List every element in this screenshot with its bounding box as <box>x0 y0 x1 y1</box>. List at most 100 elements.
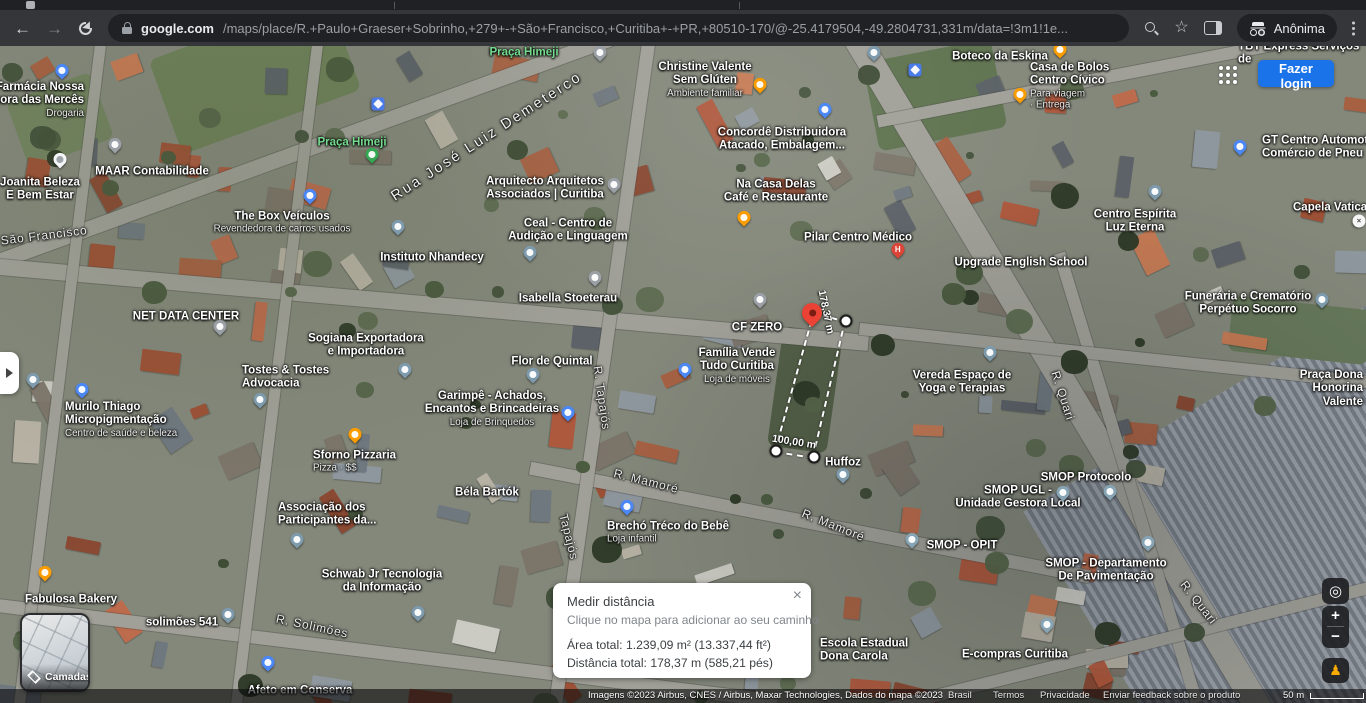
map-pin-gray[interactable] <box>750 290 770 309</box>
map-place-label[interactable]: Isabella Stoeterau <box>519 292 617 305</box>
map-pin-gen[interactable] <box>395 360 415 379</box>
url-domain: google.com <box>141 20 214 36</box>
building-roof <box>1210 241 1246 269</box>
map-place-label[interactable]: Sforno Pizzaria Pizza · $$ <box>313 450 396 475</box>
map-place-label[interactable]: Joanita Beleza E Bem Estar <box>0 177 80 204</box>
map-pin-food[interactable] <box>734 208 754 227</box>
map-pin-shop[interactable] <box>72 380 92 399</box>
map-pin-gray[interactable] <box>585 268 605 287</box>
map-pin-shop[interactable] <box>258 653 278 672</box>
map-pin-bus[interactable] <box>371 97 385 111</box>
map-pin-gen[interactable] <box>520 243 540 262</box>
map-place-label[interactable]: MAAR Contabilidade <box>95 165 209 178</box>
map-park-label[interactable]: Praça Himeji <box>489 46 558 59</box>
reload-button[interactable] <box>78 20 93 36</box>
incognito-badge[interactable]: Anônima <box>1236 14 1337 42</box>
map-place-label[interactable]: Arquitecto Arquitetos Associados | Curiti… <box>486 176 604 203</box>
map-place-label[interactable]: Flor de Quintal <box>511 355 592 368</box>
map-place-label[interactable]: CF ZERO <box>732 321 782 334</box>
building-roof <box>12 419 42 464</box>
map-place-label[interactable]: SMOP - Departamento De Pavimentação <box>1045 558 1166 585</box>
map-pin-shop[interactable] <box>1230 137 1250 156</box>
map-place-label[interactable]: Tostes & Tostes Advocacia <box>242 365 329 392</box>
measurement-vertex[interactable] <box>769 444 783 458</box>
map-place-label[interactable]: SMOP - OPIT <box>927 539 998 552</box>
measure-title: Medir distância <box>567 594 655 609</box>
map-pin-gen[interactable] <box>218 605 238 624</box>
map-place-label[interactable]: Na Casa Delas Café e Restaurante <box>724 179 828 206</box>
map-pin-gen[interactable] <box>408 603 428 622</box>
map-place-label[interactable]: SMOP Protocolo <box>1041 471 1132 484</box>
map-place-label[interactable]: Associação dos Participantes da... <box>278 502 376 529</box>
attribution-link[interactable]: Privacidade <box>1040 690 1090 701</box>
zoom-control[interactable]: + − <box>1322 606 1349 648</box>
zoom-out-button[interactable]: − <box>1331 627 1340 647</box>
search-icon[interactable] <box>1144 21 1159 36</box>
map-place-label[interactable]: Instituto Nhandecy <box>380 251 484 264</box>
side-panel-expand-button[interactable] <box>0 352 19 394</box>
login-button[interactable]: Fazer login <box>1258 60 1334 91</box>
map-place-label[interactable]: Escola Estadual Dona Carola <box>820 638 908 665</box>
building-roof <box>912 424 944 437</box>
measurement-vertex[interactable] <box>807 450 821 464</box>
attribution-link[interactable]: Termos <box>993 690 1024 701</box>
map-place-label[interactable]: Sogiana Exportadora e Importadora <box>308 333 424 360</box>
map-place-label[interactable]: GT Centro AutomotivoComércio de Pneu <box>1262 135 1366 162</box>
map-place-label[interactable]: Família Vende Tudo Curitiba Loja de móveis <box>699 347 776 385</box>
tree <box>576 460 590 474</box>
tree <box>1150 90 1159 98</box>
map-place-label[interactable]: Funerária e Crematório Perpétuo Socorro <box>1185 291 1312 318</box>
map-place-label[interactable]: Murilo Thiago Micropigmentação Centro de s… <box>65 401 177 439</box>
layers-button[interactable]: Camadas <box>20 613 90 692</box>
close-icon[interactable]: × <box>793 588 802 604</box>
measure-distance-total: Distância total: 178,37 m (585,21 pés) <box>567 655 773 670</box>
map-place-label[interactable]: The Box Veículos Revendedora de carros us… <box>214 211 351 236</box>
map-canvas[interactable]: Fazer login Camadas ◎ + − ♟ × Medir dist… <box>0 0 1366 703</box>
map-place-label[interactable]: Garimpê - Achados, Encantos e Brincadeira… <box>425 390 559 428</box>
bookmark-star-icon[interactable]: ☆ <box>1174 20 1188 36</box>
map-pin-cross[interactable]: + <box>1352 214 1366 228</box>
map-park-label[interactable]: Praça Himeji <box>317 136 386 149</box>
map-pin-gen[interactable] <box>388 217 408 236</box>
attribution-link[interactable]: Enviar feedback sobre o produto <box>1103 690 1240 701</box>
menu-dots-icon[interactable] <box>1352 20 1356 36</box>
map-place-label[interactable]: E-compras Curitiba <box>962 648 1068 661</box>
forward-button[interactable]: → <box>46 20 63 37</box>
tree <box>355 381 375 399</box>
zoom-in-button[interactable]: + <box>1331 606 1340 626</box>
map-place-label[interactable]: Upgrade English School <box>955 256 1088 269</box>
map-place-label[interactable]: Fabulosa Bakery <box>25 593 117 606</box>
attribution-link[interactable]: Brasil <box>948 690 972 701</box>
map-place-label[interactable]: Farmácia NossaSenhora das MercêsDrogaria <box>0 81 84 119</box>
map-place-label[interactable]: Christine Valente Sem Glúten Ambiente fami… <box>658 61 751 99</box>
map-place-label[interactable]: Schwab Jr Tecnologia da Informação <box>322 569 443 596</box>
url-bar[interactable]: google.com/maps/place/R.+Paulo+Graeser+S… <box>108 14 1130 42</box>
map-place-label[interactable]: Béla Bartók <box>455 486 519 499</box>
map-pin-gen[interactable] <box>250 390 270 409</box>
apps-grid-icon[interactable] <box>1219 66 1237 84</box>
my-location-button[interactable]: ◎ <box>1322 578 1349 604</box>
map-place-label[interactable]: Casa de Bolos Centro Cívico Para viagem · E… <box>1030 61 1109 110</box>
map-pin-gen[interactable] <box>287 530 307 549</box>
map-pin-shop[interactable] <box>52 61 72 80</box>
layers-label: Camadas <box>45 671 90 683</box>
building-roof <box>493 565 520 607</box>
measurement-vertex[interactable] <box>839 314 853 328</box>
side-panel-icon[interactable] <box>1203 21 1222 35</box>
back-button[interactable]: ← <box>14 20 31 37</box>
map-place-label[interactable]: Centro Espírita Luz Eterna <box>1094 209 1176 236</box>
map-place-label[interactable]: solimões 541 <box>146 616 218 629</box>
map-pin-bus[interactable] <box>908 63 922 77</box>
building-roof <box>999 201 1040 227</box>
map-place-label[interactable]: Concordê Distribuidora Atacado, Embalagem… <box>718 127 846 154</box>
tree <box>908 580 936 606</box>
map-pin-shop[interactable] <box>815 100 835 119</box>
map-place-label[interactable]: Vereda Espaço de Yoga e Terapias <box>913 370 1011 397</box>
tab-strip[interactable] <box>0 0 1366 10</box>
map-pin-gen[interactable] <box>1145 182 1165 201</box>
pegman-button[interactable]: ♟ <box>1322 658 1349 683</box>
map-place-label[interactable]: Brechó Tréco do Bebê Loja infantil <box>607 521 729 546</box>
map-place-label[interactable]: Ceal - Centro de Audição e Linguagem <box>508 218 628 245</box>
map-place-label[interactable]: Capela Vatica <box>1293 201 1366 214</box>
map-place-label[interactable]: Praça Dona Honorina Valente <box>1300 369 1363 409</box>
